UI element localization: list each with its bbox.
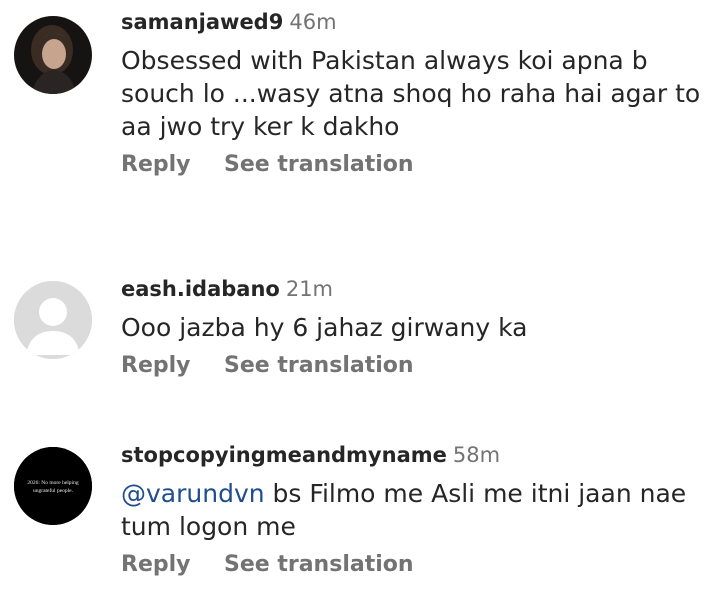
reply-button[interactable]: Reply [121, 352, 224, 380]
default-person-icon [14, 281, 92, 359]
username[interactable]: eash.idabano [121, 277, 280, 301]
comment-body: Ooo jazba hy 6 jahaz girwany ka [121, 313, 528, 342]
comment-meta: eash.idabano 21m [121, 275, 708, 303]
mention-link[interactable]: @varundvn [121, 479, 265, 508]
see-translation-button[interactable]: See translation [224, 551, 414, 579]
comment-meta: stopcopyingmeandmyname 58m [121, 441, 708, 469]
avatar[interactable]: 2026: No more helping ungrateful people. [14, 447, 92, 525]
comment-meta: samanjawed9 46m [121, 8, 708, 36]
timestamp: 58m [452, 443, 501, 467]
reply-button[interactable]: Reply [121, 551, 224, 579]
comment-actions: Reply See translation [121, 551, 708, 579]
username[interactable]: stopcopyingmeandmyname [121, 443, 447, 467]
comment-text: Obsessed with Pakistan always koi apna b… [121, 44, 708, 143]
comment-actions: Reply See translation [121, 151, 708, 179]
avatar-text-line: 2026: No more helping [27, 480, 78, 486]
comment-body: Obsessed with Pakistan always koi apna b… [121, 46, 701, 141]
see-translation-button[interactable]: See translation [224, 151, 414, 179]
comment-text: Ooo jazba hy 6 jahaz girwany ka [121, 311, 708, 344]
comment-text: @varundvn bs Filmo me Asli me itni jaan … [121, 477, 708, 543]
comment-actions: Reply See translation [121, 352, 708, 380]
reply-button[interactable]: Reply [121, 151, 224, 179]
timestamp: 21m [285, 277, 334, 301]
timestamp: 46m [289, 10, 337, 34]
avatar[interactable] [14, 281, 92, 359]
see-translation-button[interactable]: See translation [224, 352, 414, 380]
avatar-text-line: ungrateful people. [33, 487, 74, 494]
username[interactable]: samanjawed9 [121, 10, 283, 34]
avatar[interactable] [14, 16, 92, 94]
